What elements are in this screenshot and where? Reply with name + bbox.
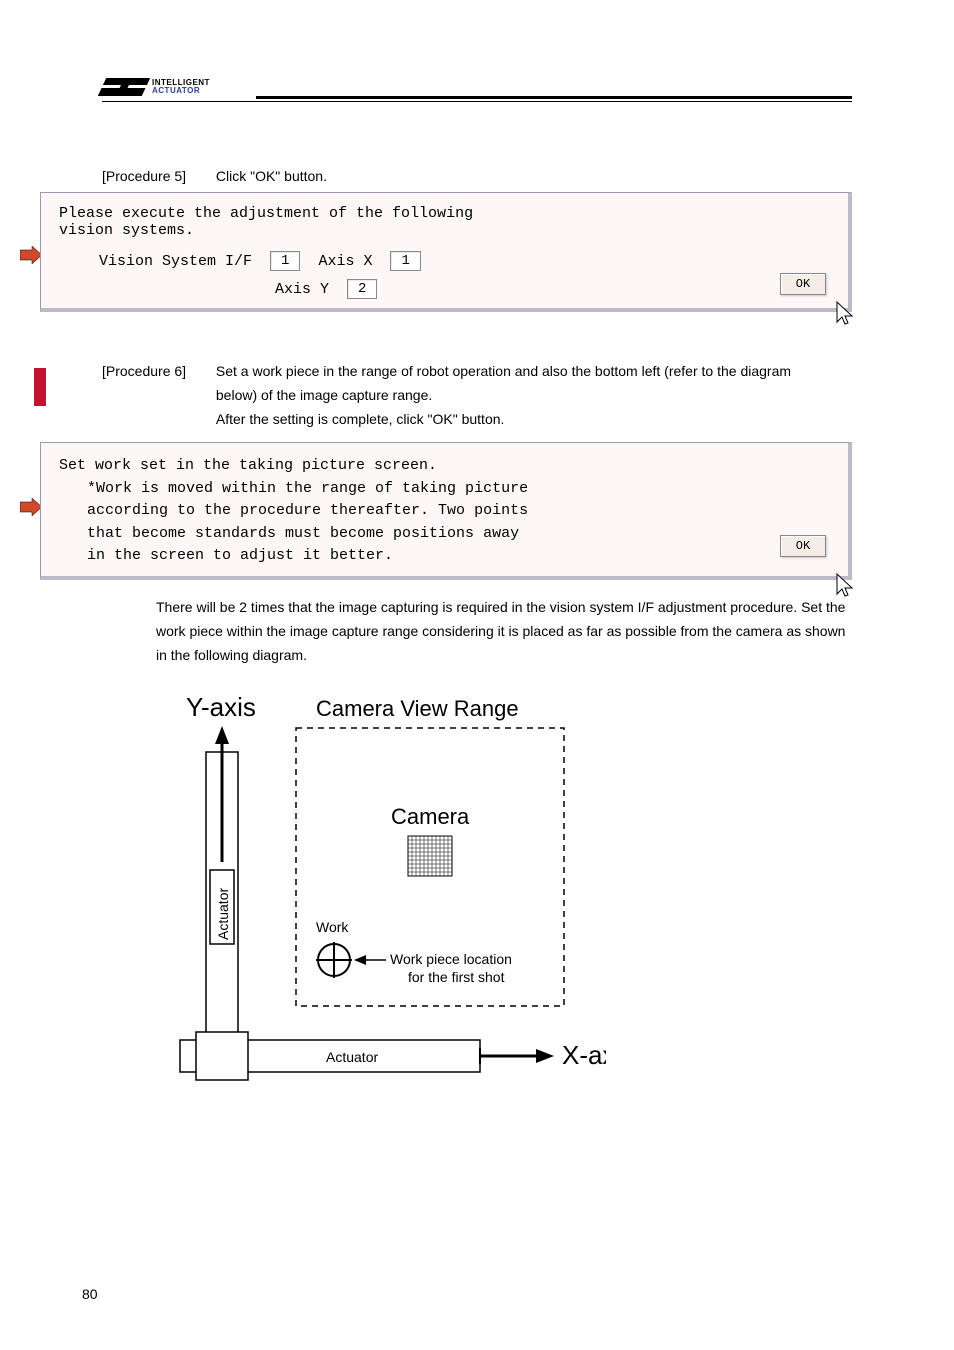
procedure-5-text: Click "OK" button. [216,168,327,184]
arrow-right-icon [20,246,42,264]
vision-system-if-field[interactable]: 1 [270,251,300,271]
procedure-6-line3: After the setting is complete, click "OK… [216,411,505,427]
procedure-6-label: [Procedure 6] [102,360,212,384]
logo: INTELLIGENT ACTUATOR [102,78,210,96]
cursor-icon [834,300,854,328]
diagram: Y-axis Camera View Range Actuator Camera… [176,692,606,1122]
header-rule-thin [102,101,852,102]
side-tab-marker [34,368,46,406]
dialog2-note3: that become standards must become positi… [87,523,830,546]
dialog1-text-line1: Please execute the adjustment of the fol… [59,205,830,222]
dialog2-note2: according to the procedure thereafter. T… [87,500,830,523]
x-axis-label: X-axis [562,1040,606,1070]
work-location-label2: for the first shot [408,969,505,985]
dialog-adjustment: Please execute the adjustment of the fol… [40,192,852,312]
logo-text-line2: ACTUATOR [152,87,210,95]
axis-x-label: Axis X [318,253,372,270]
ok-button[interactable]: OK [780,273,826,295]
explanation-text: There will be 2 times that the image cap… [156,596,852,667]
axis-x-field[interactable]: 1 [390,251,420,271]
y-axis-label: Y-axis [186,692,256,722]
dialog2-note4: in the screen to adjust it better. [87,545,830,568]
procedure-5: [Procedure 5] Click "OK" button. [102,168,852,184]
axis-y-field[interactable]: 2 [347,279,377,299]
dialog2-note1: *Work is moved within the range of takin… [87,478,830,501]
work-label: Work [316,919,349,935]
procedure-6-text: Set a work piece in the range of robot o… [216,360,836,431]
actuator-vertical-label: Actuator [215,888,231,940]
logo-text: INTELLIGENT ACTUATOR [152,79,210,95]
procedure-6: [Procedure 6] Set a work piece in the ra… [102,360,852,431]
dialog1-text-line2: vision systems. [59,222,830,239]
page-number: 80 [82,1286,98,1302]
dialog2-text-line1: Set work set in the taking picture scree… [59,455,830,478]
page-header: INTELLIGENT ACTUATOR [102,78,852,96]
work-location-label1: Work piece location [390,951,512,967]
procedure-5-label: [Procedure 5] [102,168,212,184]
camera-view-range-label: Camera View Range [316,696,519,721]
axis-y-label: Axis Y [275,281,329,298]
header-rule-thick [256,96,852,99]
procedure-6-line1: Set a work piece in the range of robot o… [216,363,737,379]
camera-icon [408,836,452,876]
vision-system-if-label: Vision System I/F [99,253,252,270]
ok-button[interactable]: OK [780,535,826,557]
arrow-right-icon [20,498,42,516]
actuator-horizontal-label: Actuator [326,1049,378,1065]
dialog-set-work: Set work set in the taking picture scree… [40,442,852,580]
camera-label: Camera [391,804,470,829]
logo-mark-icon [98,78,150,96]
